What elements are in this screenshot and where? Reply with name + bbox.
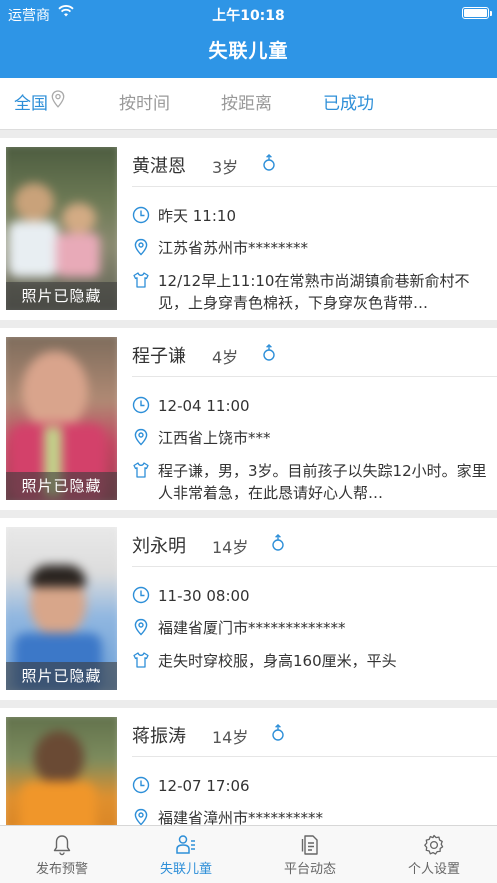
photo-hidden-label: 照片已隐藏 [6, 472, 117, 500]
divider [132, 756, 497, 757]
child-photo: 照片已隐藏 [6, 337, 117, 500]
tab-label: 发布预警 [35, 862, 88, 877]
tab-personal-settings[interactable]: 个人设置 [372, 826, 496, 883]
tab-platform-news[interactable]: 平台动态 [248, 826, 372, 883]
clothing-icon [132, 271, 150, 293]
tab-label: 平台动态 [283, 862, 336, 877]
divider [132, 186, 497, 187]
missing-description: 12/12早上11:10在常熟市尚湖镇俞巷新俞村不见，上身穿青色棉袄，下身穿灰色… [158, 272, 470, 312]
missing-location: 福建省厦门市************* [158, 619, 346, 637]
child-name: 刘永明 [132, 536, 186, 557]
children-icon [124, 833, 248, 857]
child-name: 程子谦 [132, 346, 186, 367]
clock: 上午10:18 [212, 8, 285, 24]
location-pin-icon [51, 77, 65, 129]
missing-time: 昨天 11:10 [158, 207, 236, 225]
status-bar: 运营商 上午10:18 [0, 0, 497, 26]
child-name: 黄湛恩 [132, 156, 186, 177]
child-age: 3岁 [212, 158, 239, 177]
clock-icon [132, 206, 150, 228]
clock-icon [132, 396, 150, 418]
filter-by-time[interactable]: 按时间 [119, 78, 170, 130]
photo-hidden-label: 照片已隐藏 [6, 662, 117, 690]
child-photo [6, 717, 117, 828]
missing-location: 江西省上饶市*** [158, 429, 271, 447]
bell-icon [0, 833, 124, 857]
divider [132, 566, 497, 567]
clothing-icon [132, 651, 150, 673]
child-photo: 照片已隐藏 [6, 527, 117, 690]
nav-bar: 失联儿童 [0, 26, 497, 78]
male-icon [262, 154, 276, 176]
child-age: 14岁 [212, 728, 249, 747]
child-name: 蒋振涛 [132, 726, 186, 747]
child-card[interactable]: 照片已隐藏 刘永明 14岁 11-30 08:00 福建省厦门市********… [0, 518, 497, 700]
missing-location: 江苏省苏州市******** [158, 239, 309, 257]
child-card[interactable]: 蒋振涛 14岁 12-07 17:06 福建省漳州市********** [0, 708, 497, 828]
tab-label: 个人设置 [407, 862, 460, 877]
filter-label: 全国 [14, 94, 48, 114]
child-card[interactable]: 照片已隐藏 程子谦 4岁 12-04 11:00 江西省上饶市*** 程子谦，男… [0, 328, 497, 510]
missing-description: 走失时穿校服，身高160厘米，平头 [158, 652, 397, 670]
photo-hidden-label: 照片已隐藏 [6, 282, 117, 310]
child-age: 4岁 [212, 348, 239, 367]
location-icon [132, 238, 150, 260]
divider [132, 376, 497, 377]
clock-icon [132, 776, 150, 798]
child-age: 14岁 [212, 538, 249, 557]
filter-nationwide[interactable]: 全国 [14, 78, 65, 130]
male-icon [271, 724, 285, 746]
male-icon [271, 534, 285, 556]
gear-icon [372, 833, 496, 857]
filter-bar: 全国 按时间 按距离 已成功 [0, 78, 497, 130]
tab-label: 失联儿童 [159, 862, 212, 877]
child-photo: 照片已隐藏 [6, 147, 117, 310]
clock-icon [132, 586, 150, 608]
page-title: 失联儿童 [208, 40, 289, 62]
filter-by-distance[interactable]: 按距离 [221, 78, 272, 130]
document-icon [248, 833, 372, 857]
clothing-icon [132, 461, 150, 483]
filter-succeeded[interactable]: 已成功 [323, 78, 374, 130]
tab-bar: 发布预警 失联儿童 平台动态 个人设置 [0, 825, 497, 883]
location-icon [132, 618, 150, 640]
battery-icon [462, 7, 492, 19]
missing-time: 12-07 17:06 [158, 777, 250, 795]
location-icon [132, 428, 150, 450]
missing-time: 12-04 11:00 [158, 397, 250, 415]
tab-missing-children[interactable]: 失联儿童 [124, 826, 248, 883]
missing-description: 程子谦，男，3岁。目前孩子以失踪12小时。家里人非常着急，在此恳请好心人帮… [158, 462, 487, 502]
missing-time: 11-30 08:00 [158, 587, 250, 605]
male-icon [262, 344, 276, 366]
tab-publish-alert[interactable]: 发布预警 [0, 826, 124, 883]
child-card[interactable]: 照片已隐藏 黄湛恩 3岁 昨天 11:10 江苏省苏州市******** 12/… [0, 138, 497, 320]
